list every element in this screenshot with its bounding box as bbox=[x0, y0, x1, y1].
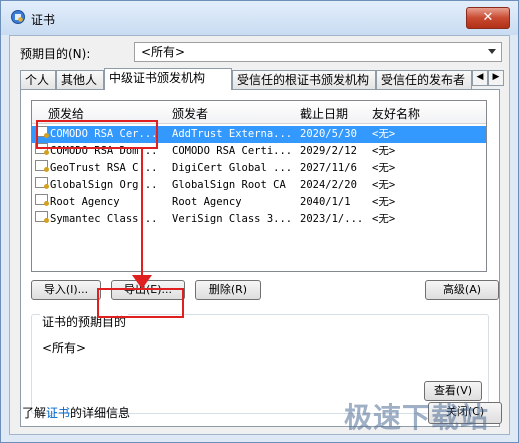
cell-issued-to: Root Agency bbox=[50, 196, 120, 208]
certificate-row[interactable]: GlobalSign Org... GlobalSign Root CA 202… bbox=[32, 177, 486, 194]
cell-expiration: 2040/1/1 bbox=[300, 196, 351, 208]
cell-friendly-name: <无> bbox=[372, 213, 396, 225]
column-header-expiration[interactable]: 截止日期 bbox=[300, 105, 348, 122]
cell-issued-by: Root Agency bbox=[172, 196, 242, 208]
advanced-button[interactable]: 高级(A) bbox=[425, 280, 499, 300]
dialog-body: 预期目的(N): <所有> 个人 其他人 中级证书颁发机构 受信任的根证书颁发机… bbox=[9, 35, 510, 435]
tab-scroll-right-icon[interactable]: ▶ bbox=[488, 70, 504, 86]
purpose-label: 预期目的(N): bbox=[20, 47, 91, 61]
window-title: 证书 bbox=[31, 13, 56, 27]
certificate-icon bbox=[35, 211, 49, 223]
annotation-highlight-row bbox=[36, 120, 158, 149]
cell-issued-by: GlobalSign Root CA bbox=[172, 179, 286, 191]
certificates-dialog: 证书 ✕ 预期目的(N): <所有> 个人 其他人 中级证书颁发机构 受信任的根… bbox=[0, 0, 519, 443]
cell-friendly-name: <无> bbox=[372, 162, 396, 174]
certificate-row[interactable]: GeoTrust RSA C... DigiCert Global ... 20… bbox=[32, 160, 486, 177]
cell-expiration: 2029/2/12 bbox=[300, 145, 357, 157]
column-header-issued-by[interactable]: 颁发者 bbox=[172, 105, 208, 122]
certificate-icon bbox=[35, 160, 49, 172]
purpose-dropdown[interactable]: <所有> bbox=[134, 42, 502, 62]
cell-expiration: 2020/5/30 bbox=[300, 128, 357, 140]
purpose-dropdown-value: <所有> bbox=[141, 45, 186, 59]
cell-friendly-name: <无> bbox=[372, 179, 396, 191]
watermark-text: 极速下载站 bbox=[344, 401, 490, 434]
tab-trusted-root-ca[interactable]: 受信任的根证书颁发机构 bbox=[232, 70, 376, 89]
cell-issued-by: AddTrust Externa... bbox=[172, 128, 293, 140]
cell-issued-by: VeriSign Class 3... bbox=[172, 213, 293, 225]
window-close-button[interactable]: ✕ bbox=[466, 7, 510, 29]
learn-more-suffix: 的详细信息 bbox=[70, 406, 131, 420]
certificate-row[interactable]: Symantec Class... VeriSign Class 3... 20… bbox=[32, 211, 486, 228]
tab-trusted-publishers[interactable]: 受信任的发布者 bbox=[376, 70, 472, 89]
certificates-link[interactable]: 证书 bbox=[46, 406, 70, 420]
import-button[interactable]: 导入(I)... bbox=[31, 280, 101, 300]
cell-expiration: 2027/11/6 bbox=[300, 162, 357, 174]
annotation-highlight-export bbox=[97, 288, 184, 318]
tab-other-people[interactable]: 其他人 bbox=[56, 70, 104, 89]
certificate-app-icon bbox=[11, 10, 25, 24]
title-bar: 证书 ✕ bbox=[1, 1, 518, 35]
close-icon: ✕ bbox=[482, 10, 494, 25]
learn-more-prefix: 了解 bbox=[22, 406, 47, 420]
learn-more-text: 了解证书的详细信息 bbox=[22, 404, 130, 421]
chevron-down-icon bbox=[488, 49, 496, 54]
cell-friendly-name: <无> bbox=[372, 145, 396, 157]
annotation-arrow-line bbox=[141, 148, 143, 278]
cell-friendly-name: <无> bbox=[372, 128, 396, 140]
cell-issued-by: COMODO RSA Certi... bbox=[172, 145, 293, 157]
annotation-arrow-head-icon bbox=[132, 275, 152, 289]
cell-friendly-name: <无> bbox=[372, 196, 396, 208]
certificate-row[interactable]: Root Agency Root Agency 2040/1/1 <无> bbox=[32, 194, 486, 211]
remove-button[interactable]: 删除(R) bbox=[195, 280, 261, 300]
tab-personal[interactable]: 个人 bbox=[20, 70, 56, 89]
certificate-icon bbox=[35, 177, 49, 189]
cell-expiration: 2023/1/... bbox=[300, 213, 364, 225]
purpose-group-value: <所有> bbox=[42, 341, 87, 355]
certificate-icon bbox=[35, 194, 49, 206]
cell-issued-by: DigiCert Global ... bbox=[172, 162, 293, 174]
tab-scroll-left-icon[interactable]: ◀ bbox=[472, 70, 488, 86]
column-header-friendly-name[interactable]: 友好名称 bbox=[372, 105, 420, 122]
cell-expiration: 2024/2/20 bbox=[300, 179, 357, 191]
tab-intermediate-ca[interactable]: 中级证书颁发机构 bbox=[104, 68, 232, 90]
